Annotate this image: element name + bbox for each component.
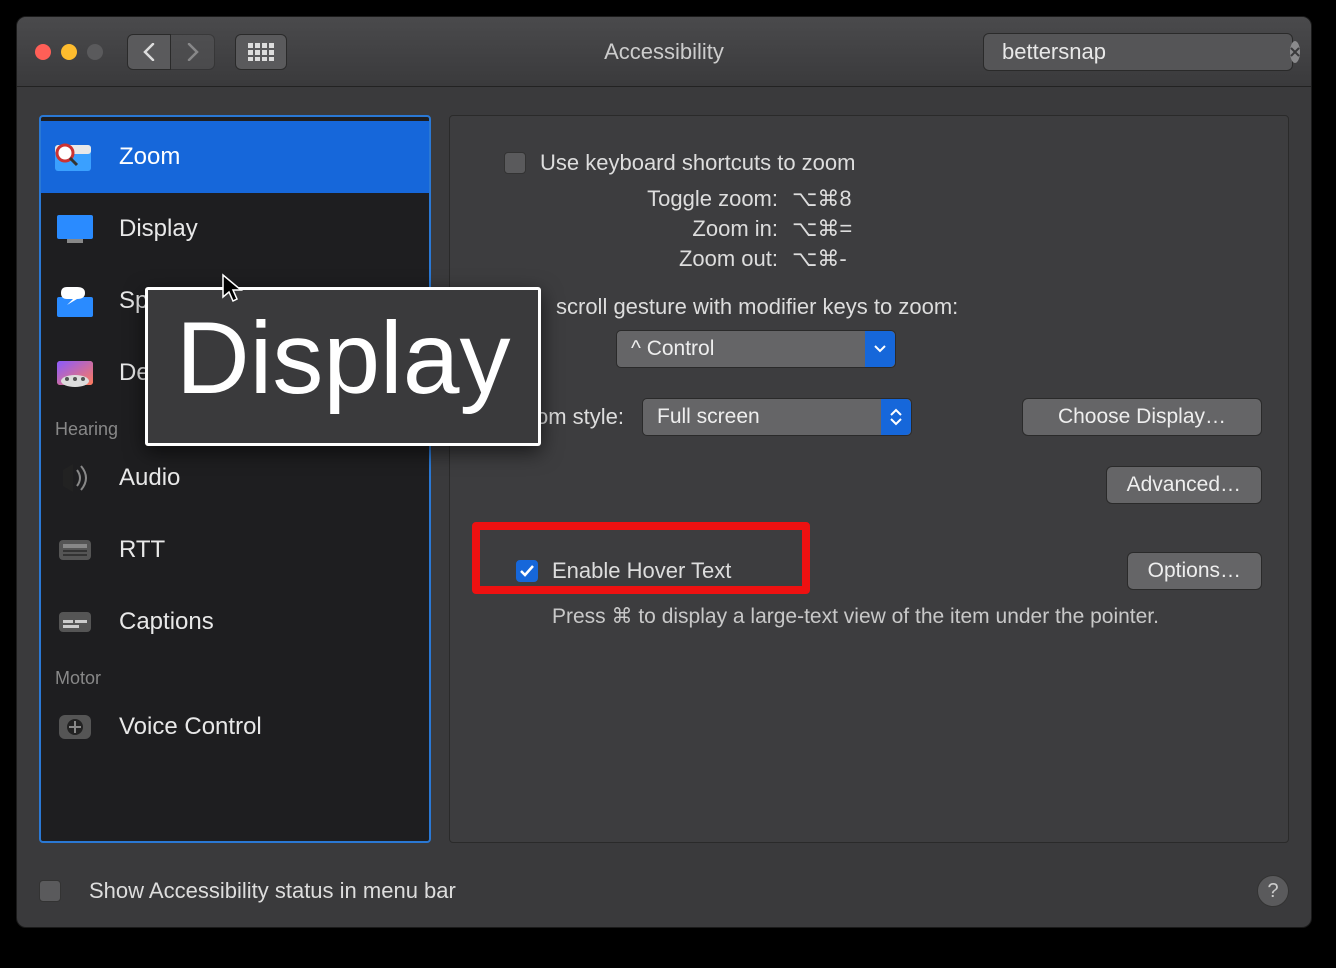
rtt-icon (51, 530, 99, 570)
hover-text-tooltip: Display (145, 287, 541, 446)
shortcut-key: Zoom out: (679, 246, 778, 272)
shortcut-row: Zoom in: ⌥⌘= (476, 216, 1262, 242)
sidebar-item-captions[interactable]: Captions (41, 586, 429, 658)
search-field[interactable] (983, 33, 1293, 71)
sidebar-item-label: Captions (119, 608, 214, 636)
status-menubar-label: Show Accessibility status in menu bar (89, 878, 456, 904)
shortcut-value: ⌥⌘= (792, 216, 882, 242)
sidebar-item-display[interactable]: Display (41, 193, 429, 265)
advanced-button[interactable]: Advanced… (1106, 466, 1262, 504)
keyboard-shortcuts-checkbox[interactable] (504, 152, 526, 174)
nav-buttons (127, 34, 215, 70)
hover-text-hint: Press ⌘ to display a large-text view of … (552, 604, 1262, 629)
keyboard-shortcuts-label: Use keyboard shortcuts to zoom (540, 150, 855, 176)
traffic-lights (35, 44, 103, 60)
footer: Show Accessibility status in menu bar ? (17, 855, 1311, 927)
sidebar[interactable]: Zoom Display Speech Descriptions H (39, 115, 431, 843)
help-button[interactable]: ? (1257, 875, 1289, 907)
sidebar-item-label: Zoom (119, 143, 180, 171)
grid-icon (248, 43, 274, 61)
forward-button (171, 34, 215, 70)
sidebar-item-zoom[interactable]: Zoom (41, 121, 429, 193)
back-button[interactable] (127, 34, 171, 70)
zoom-window-icon (87, 44, 103, 60)
chevron-updown-icon (881, 399, 911, 435)
show-all-button[interactable] (235, 34, 287, 70)
captions-icon (51, 602, 99, 642)
preferences-window: Accessibility Zoom Display (16, 16, 1312, 928)
choose-display-button[interactable]: Choose Display… (1022, 398, 1262, 436)
shortcut-value: ⌥⌘8 (792, 186, 882, 212)
hover-text-options-button[interactable]: Options… (1127, 552, 1262, 590)
titlebar: Accessibility (17, 17, 1311, 87)
close-icon[interactable] (35, 44, 51, 60)
content-pane: Use keyboard shortcuts to zoom Toggle zo… (449, 115, 1289, 843)
sidebar-item-label: RTT (119, 536, 165, 564)
zoom-style-dropdown[interactable]: Full screen (642, 398, 912, 436)
body: Zoom Display Speech Descriptions H (17, 87, 1311, 855)
zoom-style-value: Full screen (657, 405, 760, 429)
sidebar-item-label: Audio (119, 464, 180, 492)
speech-icon (51, 281, 99, 321)
shortcut-key: Zoom in: (692, 216, 778, 242)
sidebar-item-label: Display (119, 215, 198, 243)
display-icon (51, 209, 99, 249)
scroll-gesture-label: scroll gesture with modifier keys to zoo… (556, 294, 1262, 320)
hover-text-checkbox[interactable] (516, 560, 538, 582)
hover-text-label: Enable Hover Text (552, 558, 731, 584)
sidebar-section-motor: Motor (41, 658, 429, 691)
voice-control-icon (51, 707, 99, 747)
zoom-icon (51, 137, 99, 177)
search-input[interactable] (1002, 39, 1290, 65)
sidebar-item-rtt[interactable]: RTT (41, 514, 429, 586)
modifier-key-value: ^ Control (631, 337, 714, 361)
keyboard-shortcuts-row: Use keyboard shortcuts to zoom (504, 150, 1262, 176)
audio-icon (51, 458, 99, 498)
minimize-icon[interactable] (61, 44, 77, 60)
shortcut-key: Toggle zoom: (647, 186, 778, 212)
sidebar-item-voice-control[interactable]: Voice Control (41, 691, 429, 763)
modifier-key-dropdown[interactable]: ^ Control (616, 330, 896, 368)
sidebar-item-label: Voice Control (119, 713, 262, 741)
clear-search-button[interactable] (1290, 41, 1300, 63)
chevron-down-icon (865, 331, 895, 367)
shortcut-row: Zoom out: ⌥⌘- (476, 246, 1262, 272)
shortcut-row: Toggle zoom: ⌥⌘8 (476, 186, 1262, 212)
sidebar-item-audio[interactable]: Audio (41, 442, 429, 514)
shortcut-value: ⌥⌘- (792, 246, 882, 272)
descriptions-icon (51, 353, 99, 393)
status-menubar-checkbox[interactable] (39, 880, 61, 902)
